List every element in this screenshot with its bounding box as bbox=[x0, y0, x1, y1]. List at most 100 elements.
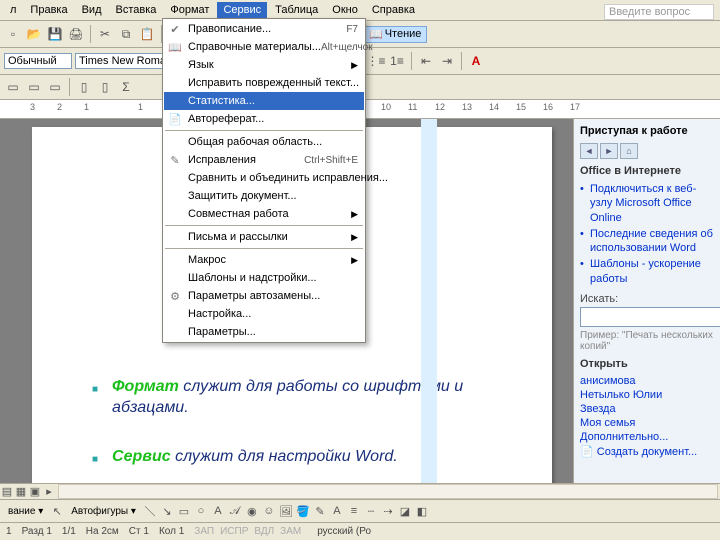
line-icon[interactable]: ＼ bbox=[143, 504, 157, 518]
scrollbar-track[interactable] bbox=[58, 484, 718, 499]
vertical-scrollbar[interactable] bbox=[421, 119, 437, 499]
create-document-link[interactable]: 📄 Создать документ... bbox=[580, 444, 716, 459]
numbering-icon[interactable]: 1≡ bbox=[388, 52, 406, 70]
menu-item-сервис[interactable]: Сервис bbox=[217, 2, 267, 18]
recent-doc-link[interactable]: анисимова bbox=[580, 374, 716, 388]
oval-icon[interactable]: ○ bbox=[194, 504, 208, 518]
fill-icon[interactable]: 🪣 bbox=[296, 504, 310, 518]
view-outline-icon[interactable]: ▸ bbox=[42, 485, 56, 499]
menu-item[interactable]: Общая рабочая область... bbox=[164, 133, 364, 151]
tool-icon[interactable]: ▯ bbox=[75, 78, 93, 96]
menu-item-формат[interactable]: Формат bbox=[164, 2, 215, 18]
shadow-icon[interactable]: ◪ bbox=[398, 504, 412, 518]
menu-item[interactable]: Параметры... bbox=[164, 323, 364, 341]
taskpane-link[interactable]: Шаблоны - ускорение работы bbox=[580, 256, 716, 287]
forward-icon[interactable]: ► bbox=[600, 143, 618, 159]
menu-item[interactable]: 📄Автореферат... bbox=[164, 110, 364, 128]
clipart-icon[interactable]: ☺ bbox=[262, 504, 276, 518]
horizontal-scrollbar[interactable]: ▤ ▦ ▣ ▸ bbox=[0, 483, 720, 499]
menu-item-окно[interactable]: Окно bbox=[326, 2, 364, 18]
paste-icon[interactable]: 📋 bbox=[138, 25, 156, 43]
view-web-icon[interactable]: ▦ bbox=[14, 485, 28, 499]
open-icon[interactable]: 📂 bbox=[25, 25, 43, 43]
menu-item[interactable]: ⚙Параметры автозамены... bbox=[164, 287, 364, 305]
home-icon[interactable]: ⌂ bbox=[620, 143, 638, 159]
bullets-icon[interactable]: ⋮≡ bbox=[367, 52, 385, 70]
taskpane-link[interactable]: Подключиться к веб-узлу Microsoft Office… bbox=[580, 181, 716, 226]
menu-item[interactable]: ✔Правописание...F7 bbox=[164, 20, 364, 38]
menu-item-таблица[interactable]: Таблица bbox=[269, 2, 324, 18]
recent-doc-link[interactable]: Звезда bbox=[580, 402, 716, 416]
line-style-icon[interactable]: ≡ bbox=[347, 504, 361, 518]
status-flag: ЗАМ bbox=[280, 526, 301, 537]
view-normal-icon[interactable]: ▤ bbox=[0, 485, 14, 499]
menu-label: Правописание... bbox=[188, 23, 271, 35]
menu-item[interactable]: Язык▶ bbox=[164, 56, 364, 74]
menu-icon: ✔ bbox=[167, 23, 183, 36]
ruler-tick: 10 bbox=[381, 102, 391, 112]
menu-item-правка[interactable]: Правка bbox=[24, 2, 73, 18]
arrow-icon[interactable]: ↘ bbox=[160, 504, 174, 518]
diagram-icon[interactable]: ◉ bbox=[245, 504, 259, 518]
print-icon[interactable]: 🖨 bbox=[67, 25, 85, 43]
font-color-icon[interactable]: А bbox=[467, 52, 485, 70]
ask-question-box[interactable]: Введите вопрос bbox=[604, 4, 714, 20]
taskpane-title: Приступая к работе bbox=[580, 123, 716, 143]
3d-icon[interactable]: ◧ bbox=[415, 504, 429, 518]
select-icon[interactable]: ↖ bbox=[50, 504, 64, 518]
recent-doc-link[interactable]: Нетылько Юлии bbox=[580, 388, 716, 402]
menu-item-справка[interactable]: Справка bbox=[366, 2, 421, 18]
menu-item[interactable]: Настройка... bbox=[164, 305, 364, 323]
tool-icon[interactable]: ▯ bbox=[96, 78, 114, 96]
tool-icon[interactable]: ▭ bbox=[25, 78, 43, 96]
menu-item[interactable]: Исправить поврежденный текст... bbox=[164, 74, 364, 92]
menu-item[interactable]: Макрос▶ bbox=[164, 251, 364, 269]
recent-doc-link[interactable]: Дополнительно... bbox=[580, 430, 716, 444]
menu-item-л[interactable]: л bbox=[4, 2, 22, 18]
arrow-style-icon[interactable]: ⇢ bbox=[381, 504, 395, 518]
tool-icon[interactable]: ▭ bbox=[4, 78, 22, 96]
tool-icon[interactable]: ▭ bbox=[46, 78, 64, 96]
keyword: Формат bbox=[112, 378, 179, 395]
menu-label: Макрос bbox=[188, 254, 226, 266]
menu-item[interactable]: 📖Справочные материалы...Alt+щелчок bbox=[164, 38, 364, 56]
style-select[interactable] bbox=[4, 53, 72, 69]
draw-menu[interactable]: вание ▾ bbox=[4, 506, 47, 517]
menu-label: Статистика... bbox=[188, 95, 255, 107]
recent-doc-link[interactable]: Моя семья bbox=[580, 416, 716, 430]
new-icon[interactable]: ▫ bbox=[4, 25, 22, 43]
menu-item[interactable]: Статистика... bbox=[164, 92, 364, 110]
menu-item-вставка[interactable]: Вставка bbox=[110, 2, 163, 18]
search-input[interactable] bbox=[580, 307, 720, 327]
back-icon[interactable]: ◄ bbox=[580, 143, 598, 159]
taskpane-section-header: Office в Интернете bbox=[580, 165, 716, 177]
menu-item[interactable]: ✎ИсправленияCtrl+Shift+E bbox=[164, 151, 364, 169]
menu-label: Настройка... bbox=[188, 308, 251, 320]
textbox-icon[interactable]: A bbox=[211, 504, 225, 518]
reading-layout-button[interactable]: 📖 Чтение bbox=[363, 26, 427, 43]
line-color-icon[interactable]: ✎ bbox=[313, 504, 327, 518]
menu-item[interactable]: Совместная работа▶ bbox=[164, 205, 364, 223]
rect-icon[interactable]: ▭ bbox=[177, 504, 191, 518]
dash-icon[interactable]: ┄ bbox=[364, 504, 378, 518]
copy-icon[interactable]: ⧉ bbox=[117, 25, 135, 43]
taskpane-link[interactable]: Последние сведения об использовании Word bbox=[580, 226, 716, 257]
status-flag: ЗАП bbox=[194, 526, 214, 537]
tools-menu-dropdown: ✔Правописание...F7📖Справочные материалы.… bbox=[162, 18, 366, 343]
picture-icon[interactable]: 🖼 bbox=[279, 504, 293, 518]
indent-inc-icon[interactable]: ⇥ bbox=[438, 52, 456, 70]
indent-dec-icon[interactable]: ⇤ bbox=[417, 52, 435, 70]
autoshapes-menu[interactable]: Автофигуры ▾ bbox=[67, 506, 140, 517]
menu-item-вид[interactable]: Вид bbox=[76, 2, 108, 18]
menu-item[interactable]: Защитить документ... bbox=[164, 187, 364, 205]
tool-icon[interactable]: Σ bbox=[117, 78, 135, 96]
menu-item[interactable]: Шаблоны и надстройки... bbox=[164, 269, 364, 287]
font-color-icon[interactable]: A bbox=[330, 504, 344, 518]
cut-icon[interactable]: ✂ bbox=[96, 25, 114, 43]
status-col: Кол 1 bbox=[159, 526, 184, 537]
view-print-icon[interactable]: ▣ bbox=[28, 485, 42, 499]
menu-item[interactable]: Письма и рассылки▶ bbox=[164, 228, 364, 246]
menu-item[interactable]: Сравнить и объединить исправления... bbox=[164, 169, 364, 187]
wordart-icon[interactable]: 𝒜 bbox=[228, 504, 242, 518]
save-icon[interactable]: 💾 bbox=[46, 25, 64, 43]
